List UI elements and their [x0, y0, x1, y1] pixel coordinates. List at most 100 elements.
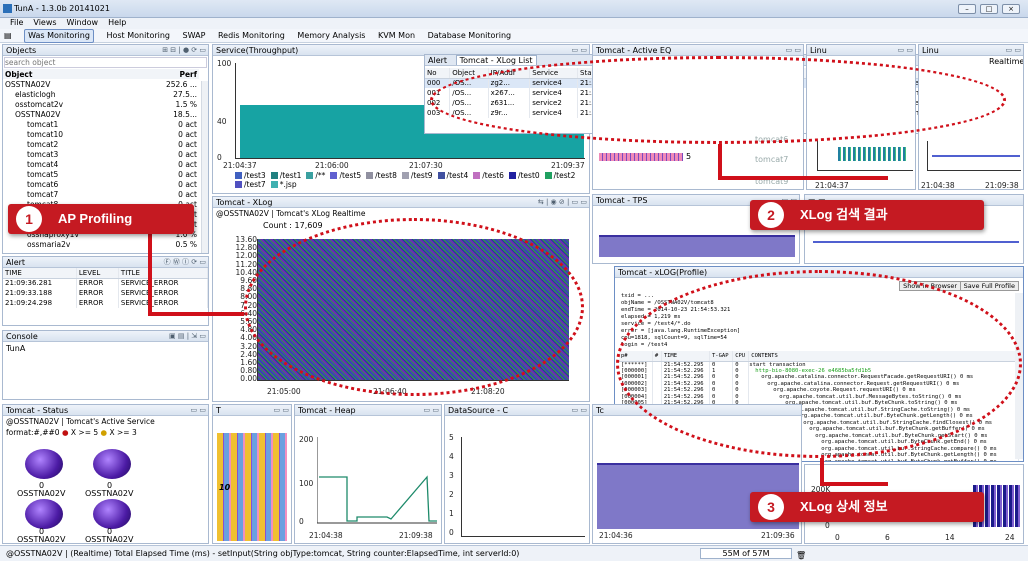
object-perf: 27.5... [173, 89, 197, 99]
legend-item[interactable]: /test5 [330, 171, 361, 180]
legend-label: /test7 [244, 180, 266, 189]
tps-area [599, 235, 795, 257]
legend-item[interactable]: /test7 [235, 180, 266, 189]
xlog-list-header[interactable]: No [425, 68, 451, 79]
search-object-input[interactable] [4, 57, 207, 68]
tab-kvm-mon[interactable]: KVM Mon [378, 29, 415, 43]
right-x-4: 24 [1005, 533, 1015, 542]
badge-xlog-search: 2 XLog 검색 결과 [750, 200, 984, 230]
object-name: tomcat7 [27, 189, 59, 199]
minimize-button[interactable]: – [958, 4, 976, 14]
tab-database-monitoring[interactable]: Database Monitoring [428, 29, 512, 43]
active-eq-controls-icon[interactable]: ▭ ▭ [786, 45, 801, 55]
linu1-controls-icon[interactable]: ▭ ▭ [898, 45, 913, 55]
badge-ap-profiling: 1 AP Profiling [8, 204, 194, 234]
legend-label: /test8 [375, 171, 397, 180]
legend-item[interactable]: /test4 [437, 171, 469, 180]
legend-item[interactable]: /test8 [366, 171, 397, 180]
legend-item[interactable]: /test9 [401, 171, 433, 180]
arrow-1-vertical [148, 228, 152, 314]
object-row[interactable]: tomcat3 0 act [3, 149, 199, 159]
alert-row[interactable]: 21:09:33.188ERRORSERVICE_ERROR [3, 288, 208, 298]
legend-label: /** [315, 171, 326, 180]
ds-controls-icon[interactable]: ▭ ▭ [572, 405, 587, 415]
tab-memory-analysis[interactable]: Memory Analysis [297, 29, 365, 43]
right-x-3: 14 [945, 533, 955, 542]
menu-help[interactable]: Help [108, 18, 126, 27]
badge-2-label: XLog 검색 결과 [800, 207, 888, 222]
menu-file[interactable]: File [10, 18, 23, 27]
object-row[interactable]: tomcat10 0 act [3, 129, 199, 139]
object-perf: 252.6 ... [165, 79, 197, 89]
tab-host-monitoring[interactable]: Host Monitoring [106, 29, 170, 43]
object-row[interactable]: elasticlogh 27.5... [3, 89, 199, 99]
tab-swap[interactable]: SWAP [183, 29, 206, 43]
panel-controls-icon[interactable]: ⊞ ⊟ | ● ⟳ ▭ [162, 45, 206, 55]
linu2-controls-icon[interactable]: ▭ ▭ [1006, 45, 1021, 55]
object-row[interactable]: tomcat5 0 act [3, 169, 199, 179]
alert-header-time: TIME [3, 268, 77, 279]
status-name-3: OSSTNA02V [17, 535, 66, 544]
legend-label: /test4 [446, 171, 469, 180]
linu1-x-1: 21:04:37 [815, 181, 849, 190]
object-row[interactable]: tomcat2 0 act [3, 139, 199, 149]
xlog-controls-icon[interactable]: ⇆ | ◉ ⊘ | ▭ ▭ [538, 197, 587, 207]
active-service-ball-3[interactable] [25, 499, 63, 529]
active-eq-bar [599, 153, 683, 161]
alert-cell: 21:09:24.298 [3, 298, 77, 308]
legend-item[interactable]: /test6 [473, 171, 504, 180]
legend-item[interactable]: /** [306, 171, 325, 180]
alert-controls-icon[interactable]: Ⓕ Ⓦ Ⓘ ⟳ ▭ [164, 257, 206, 267]
legend-item[interactable]: /test1 [270, 171, 301, 180]
legend-swatch [270, 181, 278, 188]
legend-item[interactable]: *.jsp [270, 180, 297, 189]
save-full-profile-button[interactable]: Save Full Profile [959, 281, 1019, 291]
active-service-ball-4[interactable] [93, 499, 131, 529]
service-x-3: 21:07:30 [409, 161, 443, 170]
object-name: tomcat2 [27, 139, 59, 149]
tab-was-monitoring[interactable]: Was Monitoring [24, 29, 94, 43]
object-row[interactable]: ossmaria2v 0.5 % [3, 239, 199, 249]
legend-item[interactable]: /test3 [235, 171, 266, 180]
heap-chart [317, 437, 437, 524]
object-row[interactable]: tomcat4 0 act [3, 159, 199, 169]
tab-xlog-list[interactable]: Tomcat - XLog List [455, 55, 537, 65]
arrow-3-horizontal [820, 482, 888, 486]
maximize-button[interactable]: □ [980, 4, 998, 14]
objects-scrollbar[interactable] [201, 81, 208, 253]
object-row[interactable]: OSSTNA02V 252.6 ... [3, 79, 199, 89]
object-row[interactable]: tomcat6 0 act [3, 179, 199, 189]
service-legend: /test3/test1 /** /test5/test8/test9/test4 /… [235, 171, 585, 189]
heap-controls-icon[interactable]: ▭ ▭ [424, 405, 439, 415]
menu-window[interactable]: Window [67, 18, 99, 27]
object-name: osstomcat2v [15, 99, 64, 109]
alert-cell: SERVICE_ERROR [118, 288, 208, 298]
object-row[interactable]: OSSTNA02V 18.5... [3, 109, 199, 119]
alert-row[interactable]: 21:09:24.298ERRORSERVICE_ERROR [3, 298, 208, 308]
status-controls-icon[interactable]: ▭ ▭ [191, 405, 206, 415]
window-titlebar: TunA - 1.3.0b 20141021 – □ × [0, 0, 1028, 18]
tab-alert[interactable]: Alert [428, 56, 447, 65]
object-row[interactable]: osstomcat2v 1.5 % [3, 99, 199, 109]
highlight-profile [616, 270, 1022, 458]
legend-item[interactable]: /test2 [544, 171, 575, 180]
object-row[interactable]: tomcat7 0 act [3, 189, 199, 199]
tab-redis-monitoring[interactable]: Redis Monitoring [218, 29, 285, 43]
legend-item[interactable]: /test0 [508, 171, 540, 180]
alert-row[interactable]: 21:09:36.281ERRORSERVICE_ERROR [3, 278, 208, 288]
console-controls-icon[interactable]: ▣ ▤ | ⇲ ▭ [169, 331, 206, 341]
object-row[interactable]: tomcat1 0 act [3, 119, 199, 129]
ds-y-tick: 3 [449, 471, 454, 480]
xlog-count: Count : 17,609 [263, 221, 323, 230]
memory-indicator[interactable]: 55M of 57M [700, 548, 792, 559]
t-controls-icon[interactable]: ▭ ▭ [274, 405, 289, 415]
menu-views[interactable]: Views [33, 18, 56, 27]
object-perf: 0 act [178, 139, 197, 149]
ds-chart [461, 437, 585, 537]
close-button[interactable]: × [1002, 4, 1020, 14]
active-service-ball-1[interactable] [25, 449, 63, 479]
status-threshold-3: X >= 3 [109, 428, 137, 437]
layout-icon[interactable]: ▤ [4, 29, 12, 43]
active-service-ball-2[interactable] [93, 449, 131, 479]
object-name: OSSTNA02V [5, 79, 51, 89]
